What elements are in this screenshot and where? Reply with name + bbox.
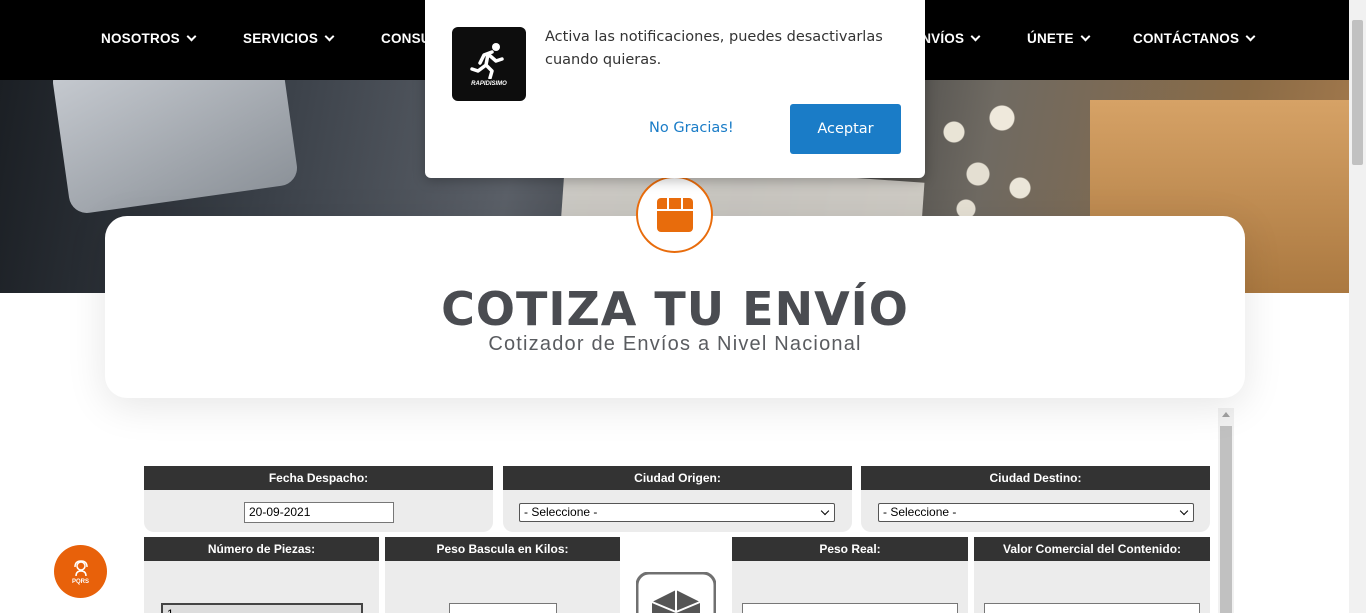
form-scrollbar-thumb[interactable]	[1220, 426, 1232, 613]
page-scrollbar-thumb[interactable]	[1352, 20, 1363, 165]
peso-real-cell	[732, 561, 968, 613]
fecha-despacho-label: Fecha Despacho:	[144, 466, 493, 490]
notification-prompt: RAPIDISIMO Activa las notificaciones, pu…	[425, 0, 925, 178]
peso-bascula-label: Peso Bascula en Kilos:	[385, 537, 620, 561]
valor-comercial-input[interactable]	[984, 603, 1200, 613]
form-scrollbar[interactable]	[1218, 408, 1234, 613]
numero-piezas-cell: 1	[144, 561, 379, 613]
nav-item-label: SERVICIOS	[243, 31, 319, 46]
notification-message: Activa las notificaciones, puedes desact…	[545, 29, 883, 68]
chevron-down-icon	[1179, 506, 1189, 516]
valor-comercial-label: Valor Comercial del Contenido:	[974, 537, 1210, 561]
nav-item-label: CONSU	[381, 31, 431, 46]
nav-item-label: NOSOTROS	[101, 31, 180, 46]
chevron-down-icon	[1080, 31, 1091, 41]
ciudad-origen-value: - Seleccione -	[524, 505, 598, 519]
decline-button[interactable]: No Gracias!	[649, 120, 734, 136]
brand-name: RAPIDISIMO	[471, 81, 507, 87]
open-box-icon	[636, 572, 716, 613]
quote-form: Fecha Despacho: 20-09-2021 Ciudad Origen…	[144, 466, 1210, 613]
pqrs-label: PQRS	[71, 578, 89, 585]
peso-bascula-input[interactable]	[449, 603, 557, 613]
numero-piezas-label: Número de Piezas:	[144, 537, 379, 561]
peso-bascula-cell	[385, 561, 620, 613]
page-title: COTIZA TU ENVÍO	[441, 282, 909, 336]
package-box-icon	[656, 197, 693, 232]
running-man-icon	[470, 43, 504, 79]
brand-logo: RAPIDISIMO	[452, 27, 526, 101]
ciudad-destino-cell: - Seleccione -	[861, 490, 1210, 532]
valor-comercial-cell	[974, 561, 1210, 613]
scroll-up-arrow-icon[interactable]	[1222, 412, 1230, 417]
packing-peanuts-photo	[930, 90, 1050, 230]
page-subtitle: Cotizador de Envíos a Nivel Nacional	[488, 333, 862, 355]
peso-real-input[interactable]	[742, 603, 958, 613]
chevron-down-icon	[186, 31, 197, 41]
ciudad-destino-label: Ciudad Destino:	[861, 466, 1210, 490]
nav-item-contactanos[interactable]: CONTÁCTANOS	[1133, 31, 1256, 46]
nav-item-consultas[interactable]: CONSU	[381, 31, 431, 46]
support-agent-icon	[73, 559, 88, 576]
nav-item-label: ÚNETE	[1027, 31, 1074, 46]
package-badge	[636, 176, 713, 253]
chevron-down-icon	[820, 506, 830, 516]
fecha-despacho-input[interactable]: 20-09-2021	[244, 502, 394, 523]
nav-item-unete[interactable]: ÚNETE	[1027, 31, 1091, 46]
pqrs-button[interactable]: PQRS	[54, 545, 107, 598]
fecha-despacho-cell: 20-09-2021	[144, 490, 493, 532]
ciudad-destino-value: - Seleccione -	[883, 505, 957, 519]
nav-item-nosotros[interactable]: NOSOTROS	[101, 31, 197, 46]
page-scrollbar[interactable]	[1349, 0, 1366, 613]
chevron-down-icon	[324, 31, 335, 41]
ciudad-origen-label: Ciudad Origen:	[503, 466, 852, 490]
peso-real-label: Peso Real:	[732, 537, 968, 561]
ciudad-origen-select[interactable]: - Seleccione -	[519, 503, 835, 522]
nav-item-servicios[interactable]: SERVICIOS	[243, 31, 335, 46]
package-illustration	[636, 572, 716, 613]
numero-piezas-input[interactable]: 1	[161, 603, 363, 613]
nav-item-label: CONTÁCTANOS	[1133, 31, 1240, 46]
ciudad-destino-select[interactable]: - Seleccione -	[878, 503, 1194, 522]
accept-button[interactable]: Aceptar	[790, 104, 901, 154]
ciudad-origen-cell: - Seleccione -	[503, 490, 852, 532]
laptop-photo	[50, 80, 300, 216]
chevron-down-icon	[1245, 31, 1256, 41]
page: NOSOTROS SERVICIOS CONSU ENVÍOS ÚNETE CO…	[0, 0, 1366, 613]
chevron-down-icon	[970, 31, 981, 41]
